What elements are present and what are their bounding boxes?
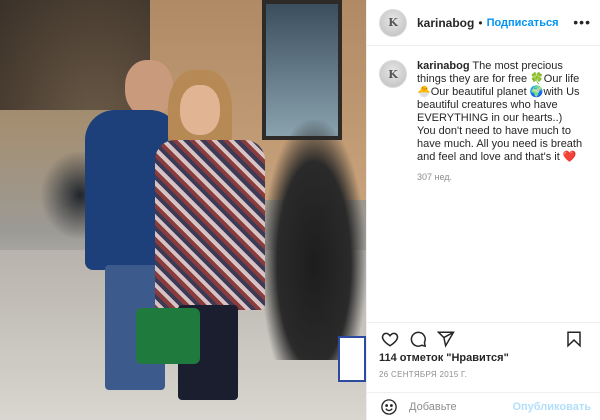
publish-button[interactable]: Опубликовать	[512, 401, 591, 413]
share-icon[interactable]	[435, 328, 457, 350]
caption-avatar[interactable]: K	[379, 60, 407, 88]
username-link[interactable]: karinabog	[417, 16, 474, 30]
post-date[interactable]: 26 СЕНТЯБРЯ 2015 Г.	[379, 370, 467, 379]
separator-dot: •	[478, 15, 483, 30]
avatar[interactable]: K	[379, 8, 407, 37]
post-photo[interactable]	[0, 0, 366, 420]
photo-shop-window	[262, 0, 342, 140]
photo-woman-face	[180, 85, 220, 135]
emoji-icon[interactable]	[379, 397, 399, 417]
comment-input[interactable]	[409, 400, 519, 413]
caption: K karinabog The most precious things the…	[379, 60, 593, 182]
comment-icon[interactable]	[407, 328, 429, 350]
post-side-panel: K karinabog • Подписаться ••• K karinabo…	[366, 0, 600, 420]
heart-icon[interactable]	[379, 328, 401, 350]
caption-body: karinabog The most precious things they …	[417, 60, 593, 182]
photo-green-handbag	[136, 308, 200, 364]
photo-woman-cardigan	[155, 140, 265, 310]
post-actions	[367, 322, 600, 354]
avatar-initials: K	[388, 16, 398, 29]
more-icon[interactable]: •••	[573, 14, 591, 30]
caption-avatar-initials: K	[388, 67, 398, 81]
caption-username[interactable]: karinabog	[417, 60, 470, 72]
bookmark-icon[interactable]	[563, 328, 585, 350]
follow-button[interactable]: Подписаться	[487, 17, 559, 29]
photo-motorcycle	[262, 120, 366, 360]
likes-count[interactable]: 114 отметок "Нравится"	[379, 352, 509, 364]
caption-content: The most precious things they are for fr…	[417, 60, 583, 163]
comment-bar: Опубликовать	[367, 392, 600, 420]
photo-license-plate	[338, 336, 366, 382]
caption-time-ago[interactable]: 307 нед.	[417, 172, 593, 182]
caption-text: karinabog The most precious things they …	[417, 60, 593, 164]
post-header: K karinabog • Подписаться •••	[367, 0, 600, 46]
